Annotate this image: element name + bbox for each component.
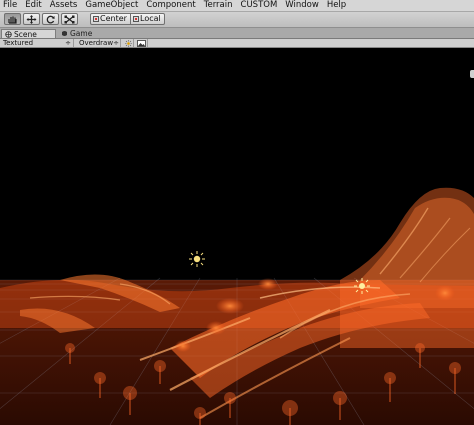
draw-mode-value: Overdraw xyxy=(79,39,114,47)
rotate-tool-button[interactable] xyxy=(42,13,59,25)
menu-window[interactable]: Window xyxy=(281,0,323,11)
scene-icon xyxy=(5,30,12,38)
draw-mode-dropdown[interactable]: Overdraw ÷ xyxy=(76,39,121,47)
menu-terrain[interactable]: Terrain xyxy=(200,0,237,11)
menu-assets[interactable]: Assets xyxy=(46,0,82,11)
menu-custom[interactable]: CUSTOM xyxy=(237,0,282,11)
scene-view-toolbar: Textured ÷ Overdraw ÷ xyxy=(0,39,474,48)
scene-gizmo-handle[interactable] xyxy=(470,70,474,78)
scale-tool-icon xyxy=(64,15,75,23)
tab-scene[interactable]: Scene xyxy=(1,29,56,39)
scene-render xyxy=(0,187,474,425)
scene-lighting-toggle[interactable] xyxy=(123,39,134,47)
directional-light-gizmo xyxy=(189,251,205,267)
game-icon xyxy=(62,31,67,36)
menu-help[interactable]: Help xyxy=(323,0,350,11)
scene-viewport[interactable] xyxy=(0,48,474,425)
pivot-icon xyxy=(93,16,99,22)
menu-gameobject[interactable]: GameObject xyxy=(81,0,142,11)
dropdown-arrow-icon: ÷ xyxy=(113,39,119,47)
pivot-center-toggle[interactable]: Center xyxy=(90,13,131,25)
image-icon xyxy=(136,39,146,47)
local-axis-icon xyxy=(133,16,139,22)
rotate-tool-icon xyxy=(46,15,55,23)
view-tab-bar: Scene Game xyxy=(0,28,474,39)
scene-overlay-toggle[interactable] xyxy=(135,39,148,47)
dropdown-arrow-icon: ÷ xyxy=(65,39,71,47)
pivot-local-toggle[interactable]: Local xyxy=(131,13,165,25)
sun-icon xyxy=(124,39,132,47)
menu-file[interactable]: File xyxy=(0,0,21,11)
move-tool-button[interactable] xyxy=(23,13,40,25)
point-light-gizmo xyxy=(354,278,370,294)
hand-tool-button[interactable] xyxy=(4,13,21,25)
scale-tool-button[interactable] xyxy=(61,13,78,25)
tab-game-label: Game xyxy=(70,29,93,38)
hand-tool-icon xyxy=(8,16,17,24)
center-label: Center xyxy=(100,14,127,23)
menu-bar: File Edit Assets GameObject Component Te… xyxy=(0,0,474,12)
tab-scene-label: Scene xyxy=(14,29,37,39)
main-toolbar: Center Local xyxy=(0,12,474,28)
menu-component[interactable]: Component xyxy=(142,0,199,11)
render-mode-value: Textured xyxy=(3,39,34,47)
tab-game[interactable]: Game xyxy=(58,29,97,38)
render-mode-dropdown[interactable]: Textured ÷ xyxy=(0,39,74,47)
move-tool-icon xyxy=(26,14,37,24)
menu-edit[interactable]: Edit xyxy=(21,0,45,11)
local-label: Local xyxy=(140,14,161,23)
